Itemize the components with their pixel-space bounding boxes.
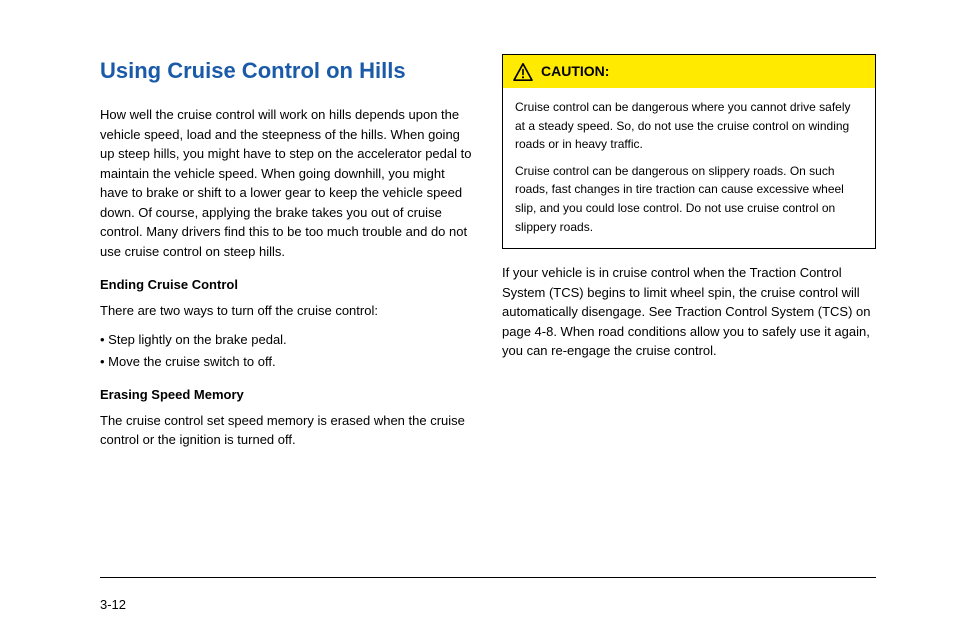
body-paragraph: If your vehicle is in cruise control whe… bbox=[502, 263, 876, 361]
caution-label: CAUTION: bbox=[541, 61, 609, 82]
right-column: CAUTION: Cruise control can be dangerous… bbox=[502, 54, 876, 460]
page-number: 3-12 bbox=[100, 597, 126, 612]
body-paragraph: How well the cruise control will work on… bbox=[100, 105, 474, 261]
bullet-item: • Step lightly on the brake pedal. bbox=[100, 330, 474, 350]
warning-triangle-icon bbox=[513, 63, 533, 81]
footer-rule bbox=[100, 577, 876, 578]
bullet-item: • Move the cruise switch to off. bbox=[100, 352, 474, 372]
body-paragraph: The cruise control set speed memory is e… bbox=[100, 411, 474, 450]
body-paragraph: There are two ways to turn off the cruis… bbox=[100, 301, 474, 321]
section-heading: Using Cruise Control on Hills bbox=[100, 54, 474, 87]
left-column: Using Cruise Control on Hills How well t… bbox=[100, 54, 474, 460]
subheading-ending: Ending Cruise Control bbox=[100, 275, 474, 295]
caution-paragraph: Cruise control can be dangerous where yo… bbox=[515, 98, 863, 154]
caution-callout: CAUTION: Cruise control can be dangerous… bbox=[502, 54, 876, 249]
caution-paragraph: Cruise control can be dangerous on slipp… bbox=[515, 162, 863, 236]
caution-header: CAUTION: bbox=[503, 55, 875, 88]
caution-body: Cruise control can be dangerous where yo… bbox=[503, 88, 875, 248]
subheading-erasing: Erasing Speed Memory bbox=[100, 385, 474, 405]
